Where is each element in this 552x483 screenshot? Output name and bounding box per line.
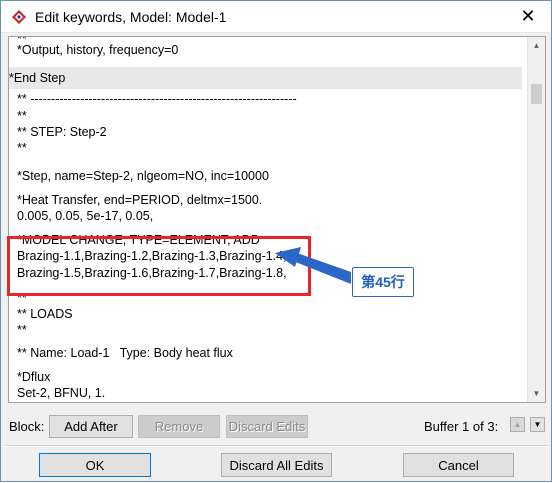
buffer-label: Buffer 1 of 3: [424, 419, 499, 434]
editor-line: ** LOADS [17, 307, 73, 321]
close-icon: ✕ [520, 6, 536, 26]
scroll-up-icon[interactable]: ▲ [528, 37, 545, 54]
vertical-scrollbar[interactable]: ▲ ▼ [527, 37, 545, 402]
editor-line: *Dflux [17, 370, 51, 384]
buffer-up-button[interactable]: ▲ [510, 417, 525, 432]
scrollbar-thumb[interactable] [531, 84, 542, 104]
highlight-box [7, 236, 311, 296]
editor-line: ** [17, 141, 27, 155]
editor-line: ** Name: Load-1 Type: Body heat flux [17, 346, 233, 360]
remove-button[interactable]: Remove [138, 415, 220, 438]
keywords-text[interactable]: ** *Output, history, frequency=0 *End Ste… [9, 36, 522, 400]
buffer-down-button[interactable]: ▼ [530, 417, 545, 432]
keywords-editor[interactable]: ** *Output, history, frequency=0 *End Ste… [8, 36, 546, 403]
editor-line: ** -------------------------------------… [17, 92, 297, 106]
divider [5, 445, 548, 447]
cancel-button[interactable]: Cancel [403, 453, 514, 477]
discard-edits-button[interactable]: Discard Edits [226, 415, 308, 438]
editor-line: ** STEP: Step-2 [17, 125, 107, 139]
editor-line: *Output, history, frequency=0 [17, 43, 179, 57]
block-label: Block: [9, 419, 45, 434]
title-bar: Edit keywords, Model: Model-1 ✕ [1, 1, 551, 33]
arrow-up-icon: ▲ [513, 420, 522, 429]
editor-line: 0.005, 0.05, 5e-17, 0.05, [17, 209, 154, 223]
discard-all-edits-button[interactable]: Discard All Edits [221, 453, 332, 477]
window-title: Edit keywords, Model: Model-1 [35, 9, 227, 25]
editor-line: ** [17, 36, 27, 46]
add-after-button[interactable]: Add After [49, 415, 133, 438]
editor-line: *Step, name=Step-2, nlgeom=NO, inc=10000 [17, 169, 269, 183]
editor-line: Set-2, BFNU, 1. [17, 386, 106, 400]
ok-button[interactable]: OK [39, 453, 151, 477]
edit-keywords-dialog: Edit keywords, Model: Model-1 ✕ ** *Outp… [0, 0, 552, 482]
editor-line: ** [17, 109, 27, 123]
close-button[interactable]: ✕ [505, 1, 551, 32]
editor-line: *End Step [9, 67, 522, 89]
line-number-callout: 第45行 [352, 267, 414, 297]
editor-line: *Heat Transfer, end=PERIOD, deltmx=1500. [17, 193, 263, 207]
arrow-down-icon: ▼ [533, 420, 542, 429]
abaqus-app-icon [12, 10, 26, 24]
scroll-down-icon[interactable]: ▼ [528, 385, 545, 402]
editor-line: ** [17, 323, 27, 337]
